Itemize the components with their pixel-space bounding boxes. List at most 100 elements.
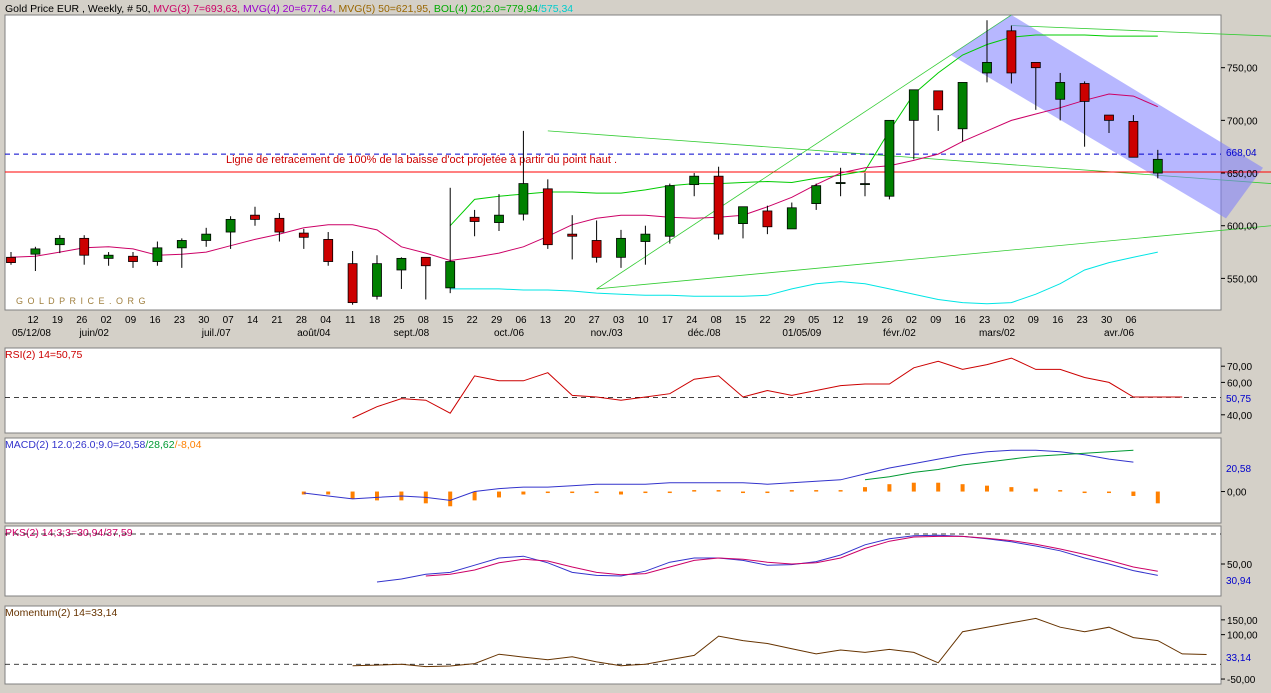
candle-body bbox=[689, 175, 700, 186]
pks-panel: PKS(2) 14;3;3=30,94/37,59 50,00 30,94 bbox=[4, 525, 1252, 597]
macd-histogram-bar bbox=[594, 491, 599, 494]
candle-body bbox=[616, 237, 626, 258]
candle-body bbox=[713, 175, 724, 235]
macd-histogram-bar bbox=[1009, 487, 1014, 492]
day-label: 06 bbox=[515, 315, 527, 326]
macd-histogram-bar bbox=[521, 491, 526, 495]
day-label: 13 bbox=[540, 315, 552, 326]
day-label: 08 bbox=[711, 315, 723, 326]
macd-label: MACD(2) 12.0;26.0;9.0=20,58/28,62/-8,04 bbox=[5, 439, 202, 451]
price-panel: Gold Price EUR , Weekly, # 50, MVG(3) 7=… bbox=[4, 3, 1271, 311]
candle-body bbox=[762, 210, 773, 228]
macd-label-segment-2: /-8,04 bbox=[175, 439, 202, 451]
candle-body bbox=[1128, 121, 1139, 158]
day-label: 12 bbox=[833, 315, 845, 326]
day-label: 27 bbox=[589, 315, 601, 326]
candle-body bbox=[274, 217, 285, 233]
header-segment-1: MVG(3) 7=693,63, bbox=[153, 3, 243, 15]
tick-label: 50,00 bbox=[1227, 560, 1252, 571]
macd-histogram-bar bbox=[911, 482, 916, 492]
candle-body bbox=[323, 239, 334, 262]
macd-histogram-bar bbox=[1155, 491, 1160, 504]
month-label: 01/05/09 bbox=[782, 328, 821, 339]
candle-body bbox=[982, 62, 992, 74]
macd-histogram-bar bbox=[326, 491, 331, 495]
candle-body bbox=[664, 185, 675, 237]
day-label: 23 bbox=[1077, 315, 1089, 326]
month-label: nov./03 bbox=[591, 328, 623, 339]
candle-body bbox=[30, 248, 41, 255]
day-label: 19 bbox=[857, 315, 869, 326]
chart-root: Gold Price EUR , Weekly, # 50, MVG(3) 7=… bbox=[0, 0, 1271, 688]
day-label: 24 bbox=[686, 315, 698, 326]
day-label: 02 bbox=[101, 315, 113, 326]
day-label: 25 bbox=[393, 315, 405, 326]
day-label: 03 bbox=[613, 315, 625, 326]
day-label: 17 bbox=[662, 315, 674, 326]
candle-body bbox=[1104, 114, 1114, 121]
candle-body bbox=[469, 216, 480, 222]
macd-histogram-bar bbox=[667, 491, 672, 494]
month-label: févr./02 bbox=[883, 328, 916, 339]
candle-body bbox=[445, 261, 456, 289]
candle-undefined bbox=[1128, 115, 1139, 158]
day-label: 16 bbox=[149, 315, 161, 326]
candle-body bbox=[494, 214, 504, 223]
month-label: juin/02 bbox=[78, 328, 109, 339]
candle-body bbox=[957, 82, 968, 130]
day-label: 15 bbox=[735, 315, 747, 326]
candle-body bbox=[567, 233, 578, 237]
price-tick-label: 700,00 bbox=[1227, 116, 1258, 127]
macd-histogram-bar bbox=[497, 491, 501, 498]
macd-histogram-bar bbox=[350, 491, 355, 499]
month-label: avr./06 bbox=[1104, 328, 1134, 339]
day-label: 21 bbox=[271, 315, 283, 326]
month-label: 05/12/08 bbox=[12, 328, 51, 339]
day-label: 09 bbox=[1028, 315, 1040, 326]
macd-histogram-bar bbox=[643, 491, 648, 494]
macd-histogram-bar bbox=[448, 491, 453, 507]
candle-body bbox=[225, 218, 236, 233]
day-label: 19 bbox=[52, 315, 64, 326]
retracement-annotation: Ligne de retracement de 100% de la baiss… bbox=[226, 154, 617, 166]
candle-body bbox=[347, 263, 358, 304]
candle-body bbox=[811, 185, 822, 204]
macd-histogram-bar bbox=[545, 491, 550, 494]
candle-02 bbox=[884, 119, 895, 200]
header-segment-3: MVG(5) 50=621,95, bbox=[338, 3, 433, 15]
day-label: 11 bbox=[345, 315, 356, 326]
candle-body bbox=[1152, 158, 1163, 174]
day-label: 22 bbox=[467, 315, 479, 326]
day-label: 30 bbox=[1101, 315, 1113, 326]
macd-label-segment-0: MACD(2) 12.0;26.0;9.0=20,58 bbox=[5, 439, 146, 451]
day-label: 23 bbox=[979, 315, 991, 326]
candle-body bbox=[372, 263, 382, 297]
macd-histogram-bar bbox=[570, 491, 575, 494]
price-tick-label: 600,00 bbox=[1227, 222, 1258, 233]
month-label: sept./08 bbox=[394, 328, 430, 339]
month-label: juil./07 bbox=[201, 328, 231, 339]
candle-body bbox=[250, 214, 260, 220]
day-label: 05 bbox=[808, 315, 820, 326]
price-tick-label: 650,00 bbox=[1227, 169, 1258, 180]
candle-body bbox=[1030, 62, 1041, 69]
tick-label: 70,00 bbox=[1227, 362, 1252, 373]
day-label: 09 bbox=[125, 315, 137, 326]
macd-histogram-bar bbox=[619, 491, 623, 495]
candle-body bbox=[518, 183, 529, 215]
tick-label: 0,00 bbox=[1227, 488, 1247, 499]
watermark: G O L D P R I C E . O R G bbox=[16, 296, 147, 306]
macd-histogram-bar bbox=[887, 484, 892, 492]
price-tick-label: 750,00 bbox=[1227, 64, 1258, 75]
candle-body bbox=[420, 256, 431, 267]
header-segment-4: BOL(4) 20;2.0=779,94 bbox=[434, 3, 538, 15]
rsi-last-value: 50,75 bbox=[1226, 394, 1251, 405]
momentum-panel: Momentum(2) 14=33,14 150,00100,00-50,00 … bbox=[4, 605, 1258, 686]
candle-body bbox=[860, 183, 870, 185]
tick-label: 150,00 bbox=[1227, 616, 1258, 627]
day-label: 02 bbox=[1003, 315, 1015, 326]
header-segment-2: MVG(4) 20=677,64, bbox=[243, 3, 338, 15]
candle-body bbox=[1006, 30, 1017, 74]
macd-histogram-bar bbox=[814, 490, 819, 492]
macd-histogram-bar bbox=[741, 491, 745, 494]
